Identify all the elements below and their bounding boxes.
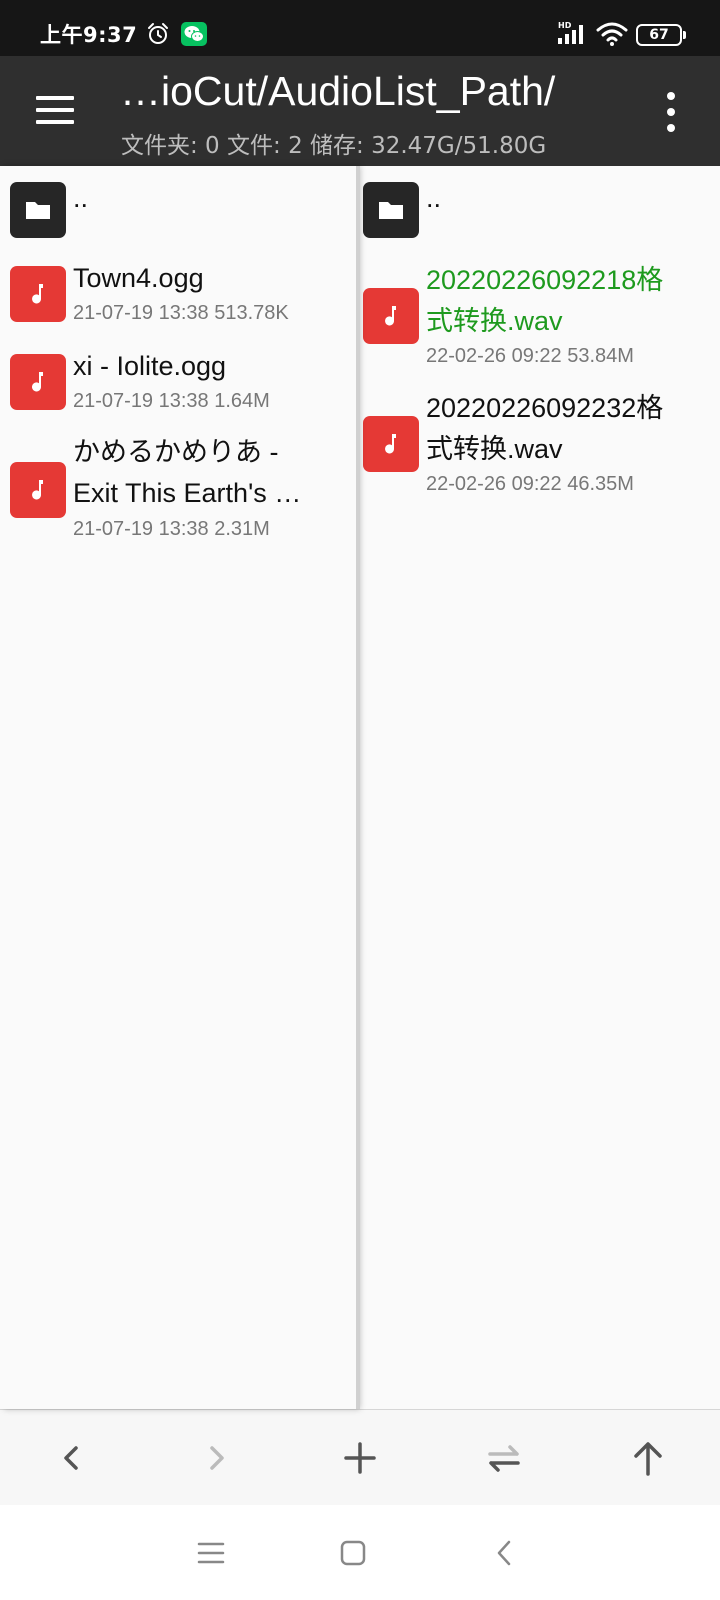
wifi-icon xyxy=(596,22,628,46)
action-bar xyxy=(0,1409,720,1505)
network-label: HD xyxy=(558,21,572,30)
swap-arrows-icon xyxy=(488,1445,520,1472)
signal-icon: HD xyxy=(558,21,583,44)
item-meta: 22-02-26 09:22 53.84M xyxy=(426,345,634,367)
add-button[interactable] xyxy=(332,1432,388,1484)
item-name: .. xyxy=(426,183,442,213)
alarm-icon xyxy=(148,23,168,44)
audio-file-icon xyxy=(10,354,66,410)
item-name: Town4.ogg xyxy=(73,263,204,293)
system-back-button[interactable] xyxy=(484,1533,524,1573)
home-button[interactable] xyxy=(333,1533,373,1573)
item-name-line2: Exit This Earth's … xyxy=(73,478,302,508)
folder-icon xyxy=(363,182,419,238)
battery-icon: 67 xyxy=(636,24,686,46)
menu-icon xyxy=(36,96,74,100)
item-name: .. xyxy=(73,183,89,213)
item-meta: 21-07-19 13:38 2.31M xyxy=(73,518,270,540)
path-title: …ioCut/AudioList_Path/ xyxy=(120,68,556,114)
item-name-line1: かめるかめりあ - xyxy=(73,437,279,467)
item-meta: 21-07-19 13:38 1.64M xyxy=(73,390,270,412)
plus-icon xyxy=(344,1442,376,1474)
forward-button[interactable] xyxy=(188,1432,244,1484)
item-meta: 22-02-26 09:22 46.35M xyxy=(426,473,634,495)
right-pane[interactable]: .. 20220226092218格 式转换.wav 22-02-26 09:2… xyxy=(360,166,720,1409)
menu-button[interactable] xyxy=(28,88,84,136)
item-name-line1: 20220226092232格 xyxy=(426,393,664,423)
more-vert-icon-dot xyxy=(667,124,675,132)
list-item[interactable]: かめるかめりあ - Exit This Earth's … 21-07-19 1… xyxy=(0,422,356,552)
audio-file-icon xyxy=(10,266,66,322)
system-nav-bar xyxy=(0,1505,720,1600)
forward-chevron-icon xyxy=(210,1446,224,1470)
wechat-icon xyxy=(181,22,207,46)
more-options-button[interactable] xyxy=(656,90,686,134)
parent-folder-item[interactable]: .. xyxy=(0,166,356,250)
status-bar: 上午9:37 HD 67 xyxy=(0,0,720,56)
menu-icon-bar xyxy=(36,108,74,112)
menu-lines-icon xyxy=(197,1542,225,1564)
item-meta: 21-07-19 13:38 513.78K xyxy=(73,302,289,324)
item-name-line1: 20220226092218格 xyxy=(426,265,664,295)
left-pane[interactable]: .. Town4.ogg 21-07-19 13:38 513.78K xi -… xyxy=(0,166,356,1409)
list-item[interactable]: xi - Iolite.ogg 21-07-19 13:38 1.64M xyxy=(0,336,356,422)
home-square-icon xyxy=(340,1540,366,1566)
audio-file-icon xyxy=(363,416,419,472)
back-button[interactable] xyxy=(44,1432,100,1484)
audio-file-icon xyxy=(10,462,66,518)
status-time: 上午9:37 xyxy=(40,23,138,47)
pane-divider[interactable] xyxy=(356,166,360,1409)
toolbar: …ioCut/AudioList_Path/ 文件夹: 0 文件: 2 储存: … xyxy=(0,56,720,166)
list-item[interactable]: Town4.ogg 21-07-19 13:38 513.78K xyxy=(0,250,356,336)
more-vert-icon-dot xyxy=(667,108,675,116)
more-vert-icon xyxy=(667,92,675,100)
storage-summary: 文件夹: 0 文件: 2 储存: 32.47G/51.80G xyxy=(121,133,547,159)
folder-icon xyxy=(10,182,66,238)
menu-icon-bar xyxy=(36,120,74,124)
back-chevron-icon xyxy=(64,1446,78,1470)
swap-panes-button[interactable] xyxy=(476,1432,532,1484)
item-name: xi - Iolite.ogg xyxy=(73,351,227,381)
back-triangle-icon xyxy=(497,1540,511,1566)
recents-button[interactable] xyxy=(191,1533,231,1573)
list-item[interactable]: 20220226092218格 式转换.wav 22-02-26 09:22 5… xyxy=(360,250,720,380)
item-name-line2: 式转换.wav xyxy=(426,434,563,464)
item-name-line2: 式转换.wav xyxy=(426,306,563,336)
list-item[interactable]: 20220226092232格 式转换.wav 22-02-26 09:22 4… xyxy=(360,380,720,510)
parent-folder-item[interactable]: .. xyxy=(360,166,720,250)
up-arrow-icon xyxy=(634,1442,662,1476)
battery-level: 67 xyxy=(649,27,669,43)
audio-file-icon xyxy=(363,288,419,344)
up-directory-button[interactable] xyxy=(620,1432,676,1484)
